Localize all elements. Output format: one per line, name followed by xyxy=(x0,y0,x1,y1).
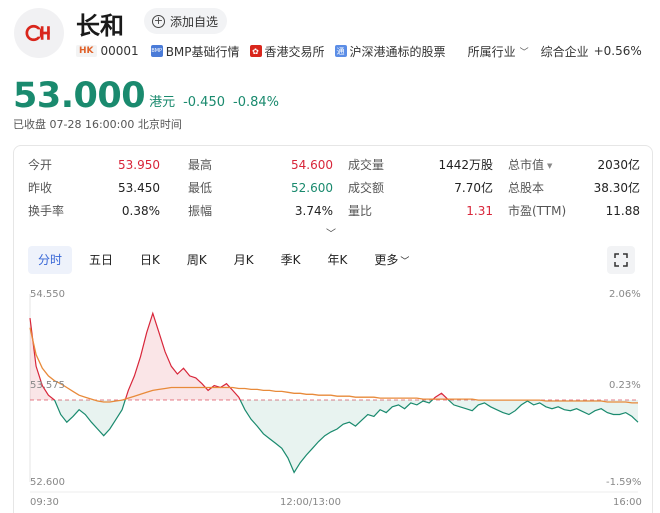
stats-row: 昨收 53.450 最低 52.600 成交额 7.70亿 总股本 38.30亿 xyxy=(28,179,640,197)
x-tick: 09:30 xyxy=(30,497,59,508)
bmp-icon: BMP xyxy=(150,45,163,57)
stat-label: 成交额 xyxy=(348,181,385,195)
stats-row: 换手率 0.38% 振幅 3.74% 量比 1.31 市盈(TTM) 11.88 xyxy=(28,202,640,220)
tab-5day[interactable]: 五日 xyxy=(79,246,123,274)
stat-label: 今开 xyxy=(28,158,53,172)
market-status: 已收盘 07-28 16:00:00 北京时间 xyxy=(13,118,182,131)
stat-label: 成交量 xyxy=(348,158,385,172)
stat-value: 7.70亿 xyxy=(454,181,493,195)
stat-value: 11.88 xyxy=(605,204,640,218)
average-price-line xyxy=(29,327,638,404)
hkex-icon: ✿ xyxy=(249,45,262,57)
price-area-up xyxy=(30,313,638,401)
stat-value: 52.600 xyxy=(291,181,333,195)
tab-weekly-k[interactable]: 周K xyxy=(177,246,217,274)
fullscreen-icon xyxy=(614,253,628,267)
stat-label: 总市值 xyxy=(508,158,545,172)
price-area-down xyxy=(54,400,638,473)
industry-dropdown[interactable]: 所属行业 xyxy=(468,43,516,60)
fullscreen-button[interactable] xyxy=(607,246,635,274)
caret-down-icon: ▼ xyxy=(547,162,553,170)
bmp-link[interactable]: BMP BMP基础行情 xyxy=(150,43,240,60)
stat-label: 总股本 xyxy=(508,181,545,195)
price-line-up xyxy=(29,311,450,401)
price-change: -0.450 xyxy=(183,95,225,110)
tab-monthly-k[interactable]: 月K xyxy=(224,246,264,274)
intraday-chart[interactable]: 54.550 53.575 52.600 2.06% 0.23% -1.59% … xyxy=(14,286,654,513)
x-tick: 12:00/13:00 xyxy=(280,497,342,508)
market-cap-label[interactable]: 总市值 ▼ xyxy=(508,156,552,174)
stat-label: 最低 xyxy=(188,181,213,195)
company-logo xyxy=(14,8,64,58)
market-badge: HK xyxy=(76,45,97,57)
stock-meta-row: HK 00001 BMP BMP基础行情 ✿ 香港交易所 通 沪深港通标的股票 … xyxy=(76,42,642,60)
tab-yearly-k[interactable]: 年K xyxy=(318,246,358,274)
stat-value: 38.30亿 xyxy=(593,181,640,195)
stat-value: 1442万股 xyxy=(438,158,493,172)
chevron-down-icon: ﹀ xyxy=(519,47,529,58)
more-label: 更多 xyxy=(374,253,399,267)
stat-value: 2030亿 xyxy=(597,158,640,172)
stat-label: 振幅 xyxy=(188,204,213,218)
y-tick-right: 0.23% xyxy=(609,380,641,391)
stat-value: 53.950 xyxy=(118,158,160,172)
connect-icon: 通 xyxy=(334,45,347,57)
stat-value: 53.450 xyxy=(118,181,160,195)
stat-label: 换手率 xyxy=(28,204,65,218)
tab-quarterly-k[interactable]: 季K xyxy=(271,246,311,274)
stat-label: 市盈(TTM) xyxy=(508,204,567,218)
tab-daily-k[interactable]: 日K xyxy=(130,246,170,274)
stat-label: 最高 xyxy=(188,158,213,172)
chart-period-tabs: 分时 五日 日K 周K 月K 季K 年K 更多 ﹀ xyxy=(28,246,426,274)
quote-row: 53.000 港元 -0.450 -0.84% xyxy=(13,74,279,114)
watchlist-label: 添加自选 xyxy=(170,14,219,29)
stats-row: 今开 53.950 最高 54.600 成交量 1442万股 总市值 ▼ 2030… xyxy=(28,156,640,174)
y-tick-left: 53.575 xyxy=(30,380,65,391)
currency: 港元 xyxy=(149,95,176,110)
connect-label: 沪深港通标的股票 xyxy=(349,44,446,59)
y-tick-left: 52.600 xyxy=(30,477,65,488)
sector-name[interactable]: 综合企业 xyxy=(541,43,589,60)
stock-connect-link[interactable]: 通 沪深港通标的股票 xyxy=(334,43,446,60)
stock-name: 长和 xyxy=(76,12,124,40)
price-change-pct: -0.84% xyxy=(233,95,279,110)
price-line-down xyxy=(53,400,639,474)
y-tick-right: -1.59% xyxy=(606,477,642,488)
stat-value: 0.38% xyxy=(121,204,160,218)
stat-label: 量比 xyxy=(348,204,373,218)
bmp-label: BMP基础行情 xyxy=(165,44,240,59)
last-price: 53.000 xyxy=(13,76,146,116)
chevron-down-icon: ﹀ xyxy=(400,257,410,267)
y-tick-right: 2.06% xyxy=(609,289,641,300)
quote-card: 今开 53.950 最高 54.600 成交量 1442万股 总市值 ▼ 2030… xyxy=(13,145,653,513)
hkex-link[interactable]: ✿ 香港交易所 xyxy=(249,43,325,60)
plus-circle-icon: + xyxy=(152,14,165,28)
stat-value: 1.31 xyxy=(466,204,493,218)
expand-stats-chevron-icon[interactable]: ﹀ xyxy=(326,225,336,240)
stock-code: 00001 xyxy=(100,44,139,58)
hkex-label: 香港交易所 xyxy=(264,44,325,59)
x-tick: 16:00 xyxy=(613,497,642,508)
add-to-watchlist-button[interactable]: + 添加自选 xyxy=(144,8,228,34)
tab-intraday[interactable]: 分时 xyxy=(28,246,73,274)
y-tick-left: 54.550 xyxy=(30,289,65,300)
tab-more[interactable]: 更多 ﹀ xyxy=(364,246,419,274)
intraday-chart-svg xyxy=(29,294,639,493)
ck-hutchison-logo xyxy=(25,24,50,42)
stat-value: 3.74% xyxy=(294,204,333,218)
stat-value: 54.600 xyxy=(291,158,333,172)
stock-header: 长和 + 添加自选 HK 00001 BMP BMP基础行情 ✿ 香港交易所 通… xyxy=(0,0,660,70)
stat-label: 昨收 xyxy=(28,181,53,195)
sector-change: +0.56% xyxy=(593,44,642,58)
